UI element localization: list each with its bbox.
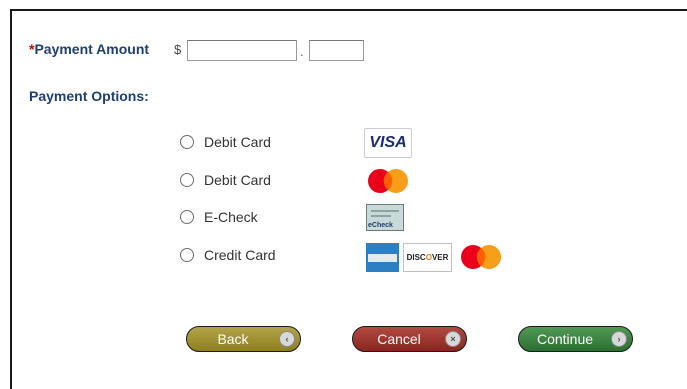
- mastercard-logo: [461, 245, 501, 269]
- chevron-right-icon: ›: [611, 331, 627, 347]
- radio-credit-card[interactable]: [180, 248, 194, 262]
- discover-logo-text: DISCOVER: [406, 253, 449, 262]
- radio-debit-card-mastercard[interactable]: [180, 173, 194, 187]
- cancel-button-label: Cancel: [377, 331, 421, 347]
- payment-options-label: Payment Options:: [29, 88, 149, 104]
- radio-echeck[interactable]: [180, 210, 194, 224]
- discover-logo: DISCOVER: [403, 243, 452, 272]
- close-icon: ×: [445, 331, 461, 347]
- back-button-label: Back: [217, 331, 249, 347]
- cancel-button[interactable]: Cancel ×: [352, 326, 467, 352]
- visa-logo-text: VISA: [369, 134, 407, 151]
- continue-button-label: Continue: [536, 331, 594, 347]
- option-label: E-Check: [204, 209, 258, 225]
- echeck-logo-text: eCheck: [368, 222, 393, 229]
- mastercard-logo: [368, 169, 408, 193]
- amex-band: [368, 253, 397, 262]
- currency-symbol: $: [174, 42, 182, 57]
- radio-debit-card-visa[interactable]: [180, 135, 194, 149]
- option-label: Credit Card: [204, 247, 276, 263]
- chevron-left-icon: ‹: [279, 331, 295, 347]
- continue-button[interactable]: Continue ›: [518, 326, 633, 352]
- option-debit-card-visa[interactable]: Debit Card: [180, 132, 271, 152]
- echeck-logo: eCheck: [366, 204, 404, 231]
- check-line: [371, 215, 391, 217]
- payment-amount-text: Payment Amount: [34, 41, 150, 57]
- visa-logo: VISA: [364, 128, 412, 158]
- decimal-separator: .: [300, 44, 304, 59]
- option-label: Debit Card: [204, 172, 271, 188]
- back-button[interactable]: Back ‹: [186, 326, 301, 352]
- amex-logo: [366, 243, 399, 272]
- payment-dollars-input[interactable]: [187, 40, 297, 61]
- check-line: [371, 210, 399, 212]
- option-debit-card-mastercard[interactable]: Debit Card: [180, 170, 271, 190]
- option-echeck[interactable]: E-Check: [180, 207, 258, 227]
- option-label: Debit Card: [204, 134, 271, 150]
- payment-cents-input[interactable]: [309, 40, 364, 61]
- payment-amount-label: *Payment Amount: [29, 41, 149, 57]
- option-credit-card[interactable]: Credit Card: [180, 245, 276, 265]
